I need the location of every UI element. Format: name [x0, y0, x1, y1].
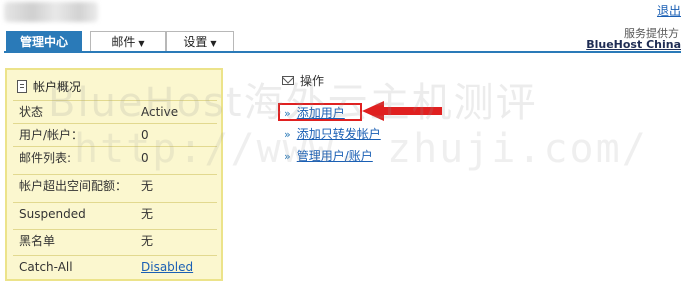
tab-underline: [4, 51, 681, 53]
stats-label: 邮件列表:: [19, 151, 72, 165]
stats-value: 无: [141, 234, 154, 248]
stats-value: 无: [141, 207, 154, 221]
stats-row: 黑名单 无: [13, 229, 217, 252]
tab-mail-label: 邮件: [111, 35, 136, 49]
tab-mail[interactable]: 邮件 ▼: [90, 31, 166, 52]
stats-label: 帐户超出空间配额：: [19, 179, 128, 193]
caret-down-icon: ▼: [210, 39, 217, 48]
tab-settings-label: 设置: [183, 35, 208, 49]
stats-label: 黑名单: [19, 234, 56, 248]
stats-row: 帐户超出空间配额： 无: [13, 174, 217, 197]
stats-value: 无: [141, 179, 154, 193]
watermark-line-2: http://www. zhuji.com/: [74, 126, 648, 172]
stats-label: Catch-All: [19, 260, 73, 274]
tab-admin-center[interactable]: 管理中心: [6, 31, 82, 52]
stats-row: Catch-All Disabled: [13, 255, 217, 278]
blurred-logo: [4, 2, 98, 22]
stats-label: 状态: [19, 105, 44, 119]
tab-settings[interactable]: 设置 ▼: [166, 31, 234, 52]
tab-admin-center-label: 管理中心: [19, 35, 68, 49]
provider-name-link[interactable]: BlueHost China: [586, 38, 681, 51]
caret-down-icon: ▼: [138, 39, 145, 48]
stats-label: Suspended: [19, 207, 86, 221]
watermark-line-1: BlueHost海外云主机测评: [48, 80, 538, 126]
catch-all-disabled-link[interactable]: Disabled: [141, 256, 193, 278]
stats-row: Suspended 无: [13, 202, 217, 225]
document-icon: [17, 80, 27, 93]
logout-link[interactable]: 退出: [657, 2, 681, 19]
